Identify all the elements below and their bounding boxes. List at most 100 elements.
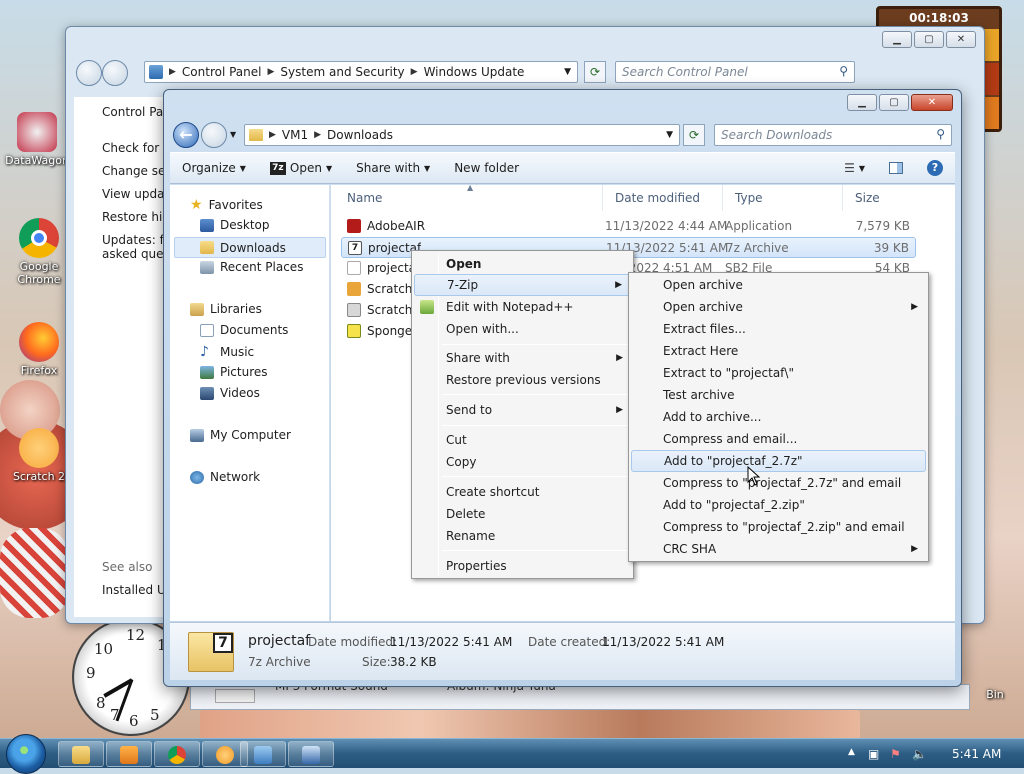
help-button[interactable]: ?	[915, 160, 955, 176]
nav-label: Favorites	[208, 198, 263, 212]
back-button[interactable]	[76, 60, 102, 86]
menu-item-send-to[interactable]: Send to ▶	[414, 399, 631, 421]
menu-item-share-with[interactable]: Share with ▶	[414, 347, 631, 369]
close-button[interactable]: ✕	[946, 31, 976, 48]
desktop-icon-datawagon[interactable]: DataWagon	[2, 112, 72, 167]
breadcrumb-control-panel[interactable]: Control Panel	[182, 65, 262, 79]
taskbar-window-app[interactable]	[288, 741, 334, 767]
notepad-plus-plus-icon	[420, 300, 434, 314]
search-input[interactable]: Search Control Panel ⚲	[615, 61, 855, 83]
menu-item-open-with[interactable]: Open with...	[414, 318, 631, 340]
organize-button[interactable]: Organize ▼	[170, 161, 258, 175]
minimize-button[interactable]: ▁	[847, 94, 877, 111]
menu-item-rename[interactable]: Rename	[414, 525, 631, 547]
desktop-icon-recycle-bin[interactable]: Bin	[970, 688, 1020, 701]
share-with-button[interactable]: Share with ▼	[344, 161, 442, 175]
view-options-button[interactable]: ☰ ▼	[832, 161, 877, 175]
close-button[interactable]: ✕	[911, 94, 953, 111]
wallpaper-decoration-bottom	[200, 708, 860, 742]
nav-recent-places[interactable]: Recent Places	[200, 260, 303, 274]
menu-item-cut[interactable]: Cut	[414, 429, 631, 451]
nav-videos[interactable]: Videos	[200, 386, 260, 400]
folder-icon	[72, 746, 90, 764]
desktop-icon-firefox[interactable]: Firefox	[4, 322, 74, 377]
nav-pictures[interactable]: Pictures	[200, 365, 268, 379]
breadcrumb-windows-update[interactable]: Windows Update	[424, 65, 525, 79]
table-row[interactable]: AdobeAIR 11/13/2022 4:44 AM Application …	[341, 216, 916, 237]
submenu-item-extract-files[interactable]: Extract files...	[631, 318, 926, 340]
refresh-button[interactable]: ⟳	[584, 61, 606, 83]
breadcrumb-system-security[interactable]: System and Security	[280, 65, 404, 79]
menu-item-restore-previous-versions[interactable]: Restore previous versions	[414, 369, 631, 391]
submenu-item-open-archive-more[interactable]: Open archive ▶	[631, 296, 926, 318]
maximize-button[interactable]: ▢	[914, 31, 944, 48]
search-input[interactable]: Search Downloads ⚲	[714, 124, 952, 146]
minimize-button[interactable]: ▁	[882, 31, 912, 48]
back-button[interactable]: ←	[173, 122, 199, 148]
desktop-icon-scratch-2[interactable]: Scratch 2	[4, 428, 74, 483]
preview-pane-button[interactable]	[877, 162, 915, 174]
address-bar[interactable]: ▶ VM1 ▶ Downloads ▼	[244, 124, 680, 146]
nav-network[interactable]: Network	[190, 470, 260, 484]
chevron-down-icon[interactable]: ▼	[564, 67, 571, 77]
menu-item-delete[interactable]: Delete	[414, 503, 631, 525]
refresh-button[interactable]: ⟳	[683, 124, 705, 146]
menu-item-create-shortcut[interactable]: Create shortcut	[414, 481, 631, 503]
submenu-item-compress-7z-email[interactable]: Compress to "projectaf_2.7z" and email	[631, 472, 926, 494]
scratch-cat-icon	[19, 428, 59, 468]
submenu-item-extract-here[interactable]: Extract Here	[631, 340, 926, 362]
taskbar-clock[interactable]: 5:41 AM	[952, 747, 1001, 761]
recent-pages-dropdown-icon[interactable]: ▼	[230, 130, 236, 139]
nav-music[interactable]: ♪ Music	[200, 344, 254, 360]
search-icon: ⚲	[936, 127, 945, 141]
volume-icon[interactable]: 🔈	[912, 747, 927, 761]
menu-item-edit-with-notepad[interactable]: Edit with Notepad++	[414, 296, 631, 318]
taskbar-explorer[interactable]	[58, 741, 104, 767]
submenu-item-extract-to-folder[interactable]: Extract to "projectaf\"	[631, 362, 926, 384]
open-button[interactable]: 7z Open ▼	[258, 161, 344, 175]
nav-documents[interactable]: Documents	[200, 323, 288, 337]
column-header-date-modified[interactable]: Date modified	[603, 185, 723, 211]
sort-ascending-icon: ▲	[467, 183, 474, 192]
breadcrumb-downloads[interactable]: Downloads	[327, 128, 393, 142]
submenu-item-add-to-7z[interactable]: Add to "projectaf_2.7z"	[631, 450, 926, 472]
submenu-item-add-to-zip[interactable]: Add to "projectaf_2.zip"	[631, 494, 926, 516]
nav-my-computer[interactable]: My Computer	[190, 428, 291, 442]
file-context-menu[interactable]: Open 7-Zip ▶ Edit with Notepad++ Open wi…	[411, 250, 634, 579]
menu-item-open[interactable]: Open	[414, 253, 631, 275]
menu-item-copy[interactable]: Copy	[414, 451, 631, 473]
action-center-icon[interactable]: ⚑	[890, 747, 901, 761]
breadcrumb-vm1[interactable]: VM1	[282, 128, 308, 142]
taskbar-control-panel[interactable]	[240, 741, 286, 767]
maximize-button[interactable]: ▢	[879, 94, 909, 111]
menu-item-properties[interactable]: Properties	[414, 555, 631, 577]
submenu-item-compress-zip-email[interactable]: Compress to "projectaf_2.zip" and email	[631, 516, 926, 538]
network-tray-icon[interactable]: ▣	[868, 747, 879, 761]
chevron-down-icon[interactable]: ▼	[666, 130, 673, 140]
share-with-label: Share with	[356, 161, 421, 175]
taskbar-media-player[interactable]	[106, 741, 152, 767]
column-header-size[interactable]: Size	[843, 185, 933, 211]
submenu-item-compress-and-email[interactable]: Compress and email...	[631, 428, 926, 450]
menu-separator	[442, 344, 629, 345]
start-button[interactable]	[6, 734, 46, 774]
nav-desktop[interactable]: Desktop	[200, 218, 270, 232]
nav-downloads[interactable]: Downloads	[174, 237, 326, 258]
column-header-type[interactable]: Type	[723, 185, 843, 211]
submenu-item-add-to-archive[interactable]: Add to archive...	[631, 406, 926, 428]
submenu-item-crc-sha[interactable]: CRC SHA ▶	[631, 538, 926, 560]
show-hidden-icons-icon[interactable]: ▲	[848, 747, 855, 757]
new-folder-button[interactable]: New folder	[442, 161, 531, 175]
desktop-icon-google-chrome[interactable]: Google Chrome	[4, 218, 74, 286]
menu-item-7zip[interactable]: 7-Zip ▶	[414, 274, 631, 296]
nav-favorites[interactable]: ★ Favorites	[190, 197, 263, 213]
submenu-item-open-archive[interactable]: Open archive	[631, 274, 926, 296]
address-bar[interactable]: ▶ Control Panel ▶ System and Security ▶ …	[144, 61, 578, 83]
taskbar-chrome[interactable]	[154, 741, 200, 767]
nav-libraries[interactable]: Libraries	[190, 302, 262, 316]
seven-zip-submenu[interactable]: Open archive Open archive ▶ Extract file…	[628, 272, 929, 562]
submenu-item-test-archive[interactable]: Test archive	[631, 384, 926, 406]
forward-button[interactable]	[102, 60, 128, 86]
menu-separator	[442, 550, 629, 551]
forward-button[interactable]	[201, 122, 227, 148]
